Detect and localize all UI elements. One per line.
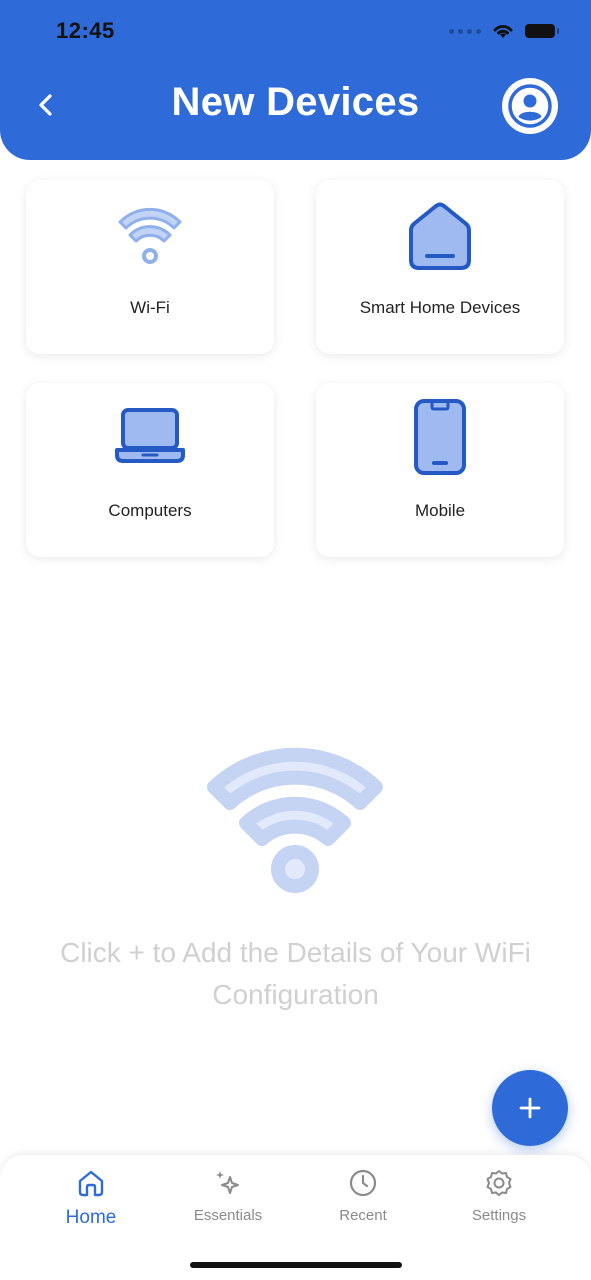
- category-card-wifi[interactable]: Wi-Fi: [26, 180, 274, 354]
- tab-home[interactable]: Home: [31, 1165, 151, 1235]
- status-time: 12:45: [56, 18, 115, 43]
- wifi-icon: [118, 207, 182, 264]
- tab-label: Essentials: [193, 1207, 263, 1224]
- category-card-smart-home[interactable]: Smart Home Devices: [316, 180, 564, 354]
- phone-icon: [414, 399, 466, 475]
- tab-label: Home: [65, 1207, 117, 1228]
- sparkle-icon: [216, 1171, 239, 1194]
- home-indicator: [190, 1262, 402, 1268]
- tab-label: Recent: [339, 1207, 387, 1224]
- home-outline-icon: [78, 1170, 104, 1197]
- header-bar: 12:45 New Devices: [0, 0, 591, 160]
- tab-recent[interactable]: Recent: [303, 1165, 423, 1235]
- laptop-icon: [115, 408, 185, 463]
- wifi-large-icon: [207, 747, 383, 893]
- tab-label: Settings: [471, 1207, 527, 1224]
- tab-essentials[interactable]: Essentials: [168, 1165, 288, 1235]
- empty-state-illustration: [200, 735, 390, 900]
- empty-state-message: Click + to Add the Details of Your WiFi …: [60, 937, 531, 1010]
- profile-button[interactable]: [502, 78, 558, 134]
- plus-icon: [519, 1097, 541, 1119]
- category-label: Computers: [108, 501, 192, 520]
- wifi-status-icon: [493, 25, 513, 38]
- gear-icon: [486, 1170, 512, 1196]
- status-icons: [449, 22, 559, 40]
- category-label: Smart Home Devices: [359, 298, 521, 317]
- add-config-button[interactable]: [492, 1070, 568, 1146]
- signal-icon: [449, 28, 481, 34]
- category-card-mobile[interactable]: Mobile: [316, 383, 564, 557]
- category-card-computers[interactable]: Computers: [26, 383, 274, 557]
- battery-icon: [525, 24, 559, 38]
- user-avatar-icon: [508, 84, 552, 128]
- category-label: Wi-Fi: [130, 298, 170, 317]
- category-label: Mobile: [414, 501, 466, 520]
- clock-icon: [349, 1169, 377, 1197]
- home-icon: [409, 202, 471, 270]
- tab-settings[interactable]: Settings: [439, 1165, 559, 1235]
